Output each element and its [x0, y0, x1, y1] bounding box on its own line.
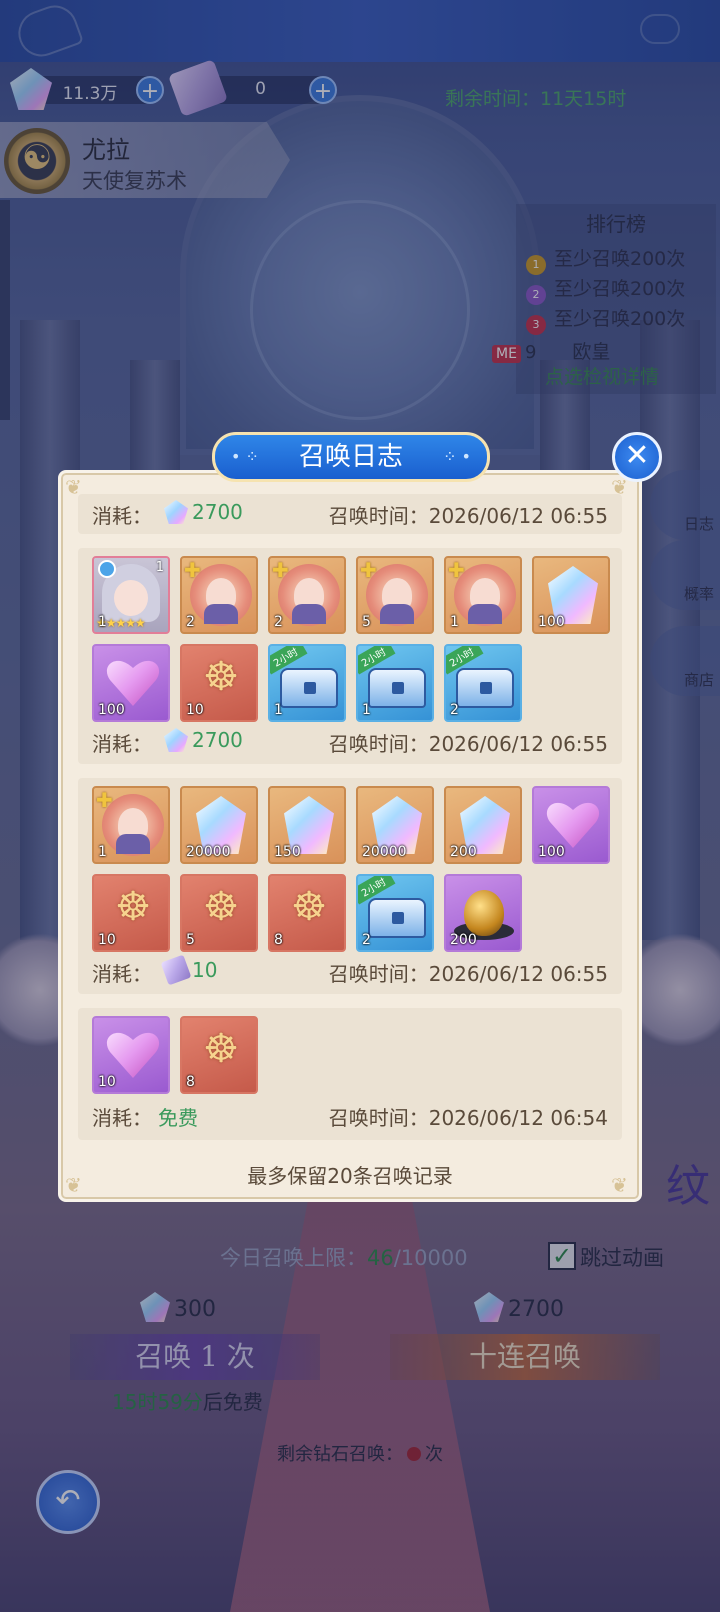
- item-quantity: 10: [98, 932, 116, 948]
- reward-item-chest[interactable]: 2小时 1: [356, 644, 434, 722]
- record-time: 召唤时间：2026/06/12 06:55: [328, 732, 608, 756]
- record-cost: 2700: [192, 728, 243, 752]
- puzzle-piece-icon: ✚: [448, 558, 465, 582]
- gem-icon: [164, 500, 188, 524]
- treasure-chest-icon: [368, 898, 426, 938]
- dragon-token-icon: ☸: [203, 1026, 239, 1072]
- reward-item-egg[interactable]: 200: [444, 874, 522, 952]
- item-quantity: 200: [450, 932, 477, 948]
- reward-item-shard[interactable]: ✚ 1: [92, 786, 170, 864]
- reward-item-heart[interactable]: 100: [532, 786, 610, 864]
- reward-item-chest[interactable]: 2小时 2: [444, 644, 522, 722]
- reward-item-shard[interactable]: ✚ 5: [356, 556, 434, 634]
- treasure-chest-icon: [456, 668, 514, 708]
- item-quantity: 10: [186, 702, 204, 718]
- reward-item-diamond[interactable]: 150: [268, 786, 346, 864]
- dragon-token-icon: ☸: [203, 884, 239, 930]
- heart-crystal-icon: [546, 798, 600, 848]
- record-footer: 消耗： 2700 召唤时间：2026/06/12 06:55: [92, 500, 608, 528]
- item-quantity: 8: [274, 932, 283, 948]
- gem-icon: [164, 728, 188, 752]
- item-quantity: 2: [450, 702, 459, 718]
- reward-item-portrait[interactable]: 1 ★★★★★ 1: [92, 556, 170, 634]
- heart-crystal-icon: [106, 1028, 160, 1078]
- reward-item-dragon[interactable]: ☸ 10: [180, 644, 258, 722]
- record-cost: 2700: [192, 500, 243, 524]
- reward-item-diamond[interactable]: 20000: [356, 786, 434, 864]
- record-time: 召唤时间：2026/06/12 06:55: [328, 504, 608, 528]
- record-footer: 消耗： 10 召唤时间：2026/06/12 06:55: [92, 954, 608, 986]
- reward-item-diamond[interactable]: 20000: [180, 786, 258, 864]
- reward-item-shard[interactable]: ✚ 2: [268, 556, 346, 634]
- puzzle-piece-icon: ✚: [272, 558, 289, 582]
- reward-item-chest[interactable]: 2小时 1: [268, 644, 346, 722]
- reward-item-shard[interactable]: ✚ 1: [444, 556, 522, 634]
- record-time: 召唤时间：2026/06/12 06:55: [328, 962, 608, 986]
- reward-item-dragon[interactable]: ☸ 5: [180, 874, 258, 952]
- item-quantity: 1: [362, 702, 371, 718]
- item-quantity: 200: [450, 844, 477, 860]
- summon-record: 消耗： 2700 召唤时间：2026/06/12 06:55: [78, 494, 622, 534]
- item-quantity: 5: [362, 614, 371, 630]
- item-quantity: 1: [274, 702, 283, 718]
- item-quantity: 1: [98, 844, 107, 860]
- dragon-token-icon: ☸: [291, 884, 327, 930]
- item-quantity: 100: [98, 702, 125, 718]
- item-quantity: 1: [450, 614, 459, 630]
- item-quantity: 5: [186, 932, 195, 948]
- reward-item-dragon[interactable]: ☸ 8: [180, 1016, 258, 1094]
- modal-footnote: 最多保留20条召唤记录: [247, 1164, 453, 1188]
- summon-record: 10 ☸ 8 消耗： 免费 召唤时间：2026/06/12 06:54: [78, 1008, 622, 1140]
- item-quantity: 2: [274, 614, 283, 630]
- modal-title: • ⁘ 召唤日志 ⁘ •: [212, 432, 490, 482]
- element-badge-icon: [98, 560, 116, 578]
- summon-record: 1 ★★★★★ 1 ✚ 2 ✚ 2 ✚ 5 ✚ 1 100 100 ☸ 10 2小时 1 2小时 1 2小时 2 消耗：…: [78, 548, 622, 764]
- dragon-token-icon: ☸: [115, 884, 151, 930]
- puzzle-piece-icon: ✚: [96, 788, 113, 812]
- item-quantity: 2: [362, 932, 371, 948]
- treasure-chest-icon: [368, 668, 426, 708]
- item-quantity: 100: [538, 844, 565, 860]
- record-time: 召唤时间：2026/06/12 06:54: [328, 1106, 608, 1130]
- item-quantity: 20000: [362, 844, 407, 860]
- item-quantity: 2: [186, 614, 195, 630]
- summon-scroll-icon: [160, 954, 192, 986]
- golden-egg-icon: [464, 890, 504, 936]
- dragon-token-icon: ☸: [203, 654, 239, 700]
- reward-item-chest[interactable]: 2小时 2: [356, 874, 434, 952]
- summon-record: ✚ 1 20000 150 20000 200 100 ☸ 10 ☸ 5 ☸ 8 2小时 2 200 消耗： …: [78, 778, 622, 994]
- reward-item-dragon[interactable]: ☸ 10: [92, 874, 170, 952]
- item-quantity: 8: [186, 1074, 195, 1090]
- reward-item-dragon[interactable]: ☸ 8: [268, 874, 346, 952]
- treasure-chest-icon: [280, 668, 338, 708]
- reward-item-diamond[interactable]: 100: [532, 556, 610, 634]
- heart-crystal-icon: [106, 656, 160, 706]
- item-quantity: 1: [98, 614, 107, 630]
- close-icon[interactable]: ✕: [612, 432, 662, 482]
- reward-item-heart[interactable]: 100: [92, 644, 170, 722]
- record-footer: 消耗： 2700 召唤时间：2026/06/12 06:55: [92, 728, 608, 756]
- item-quantity: 100: [538, 614, 565, 630]
- reward-item-shard[interactable]: ✚ 2: [180, 556, 258, 634]
- record-footer: 消耗： 免费 召唤时间：2026/06/12 06:54: [92, 1100, 608, 1130]
- puzzle-piece-icon: ✚: [360, 558, 377, 582]
- record-cost: 10: [192, 958, 218, 982]
- record-cost: 免费: [158, 1106, 198, 1130]
- reward-item-heart[interactable]: 10: [92, 1016, 170, 1094]
- reward-item-diamond[interactable]: 200: [444, 786, 522, 864]
- item-quantity: 10: [98, 1074, 116, 1090]
- puzzle-piece-icon: ✚: [184, 558, 201, 582]
- item-quantity: 20000: [186, 844, 231, 860]
- item-quantity: 150: [274, 844, 301, 860]
